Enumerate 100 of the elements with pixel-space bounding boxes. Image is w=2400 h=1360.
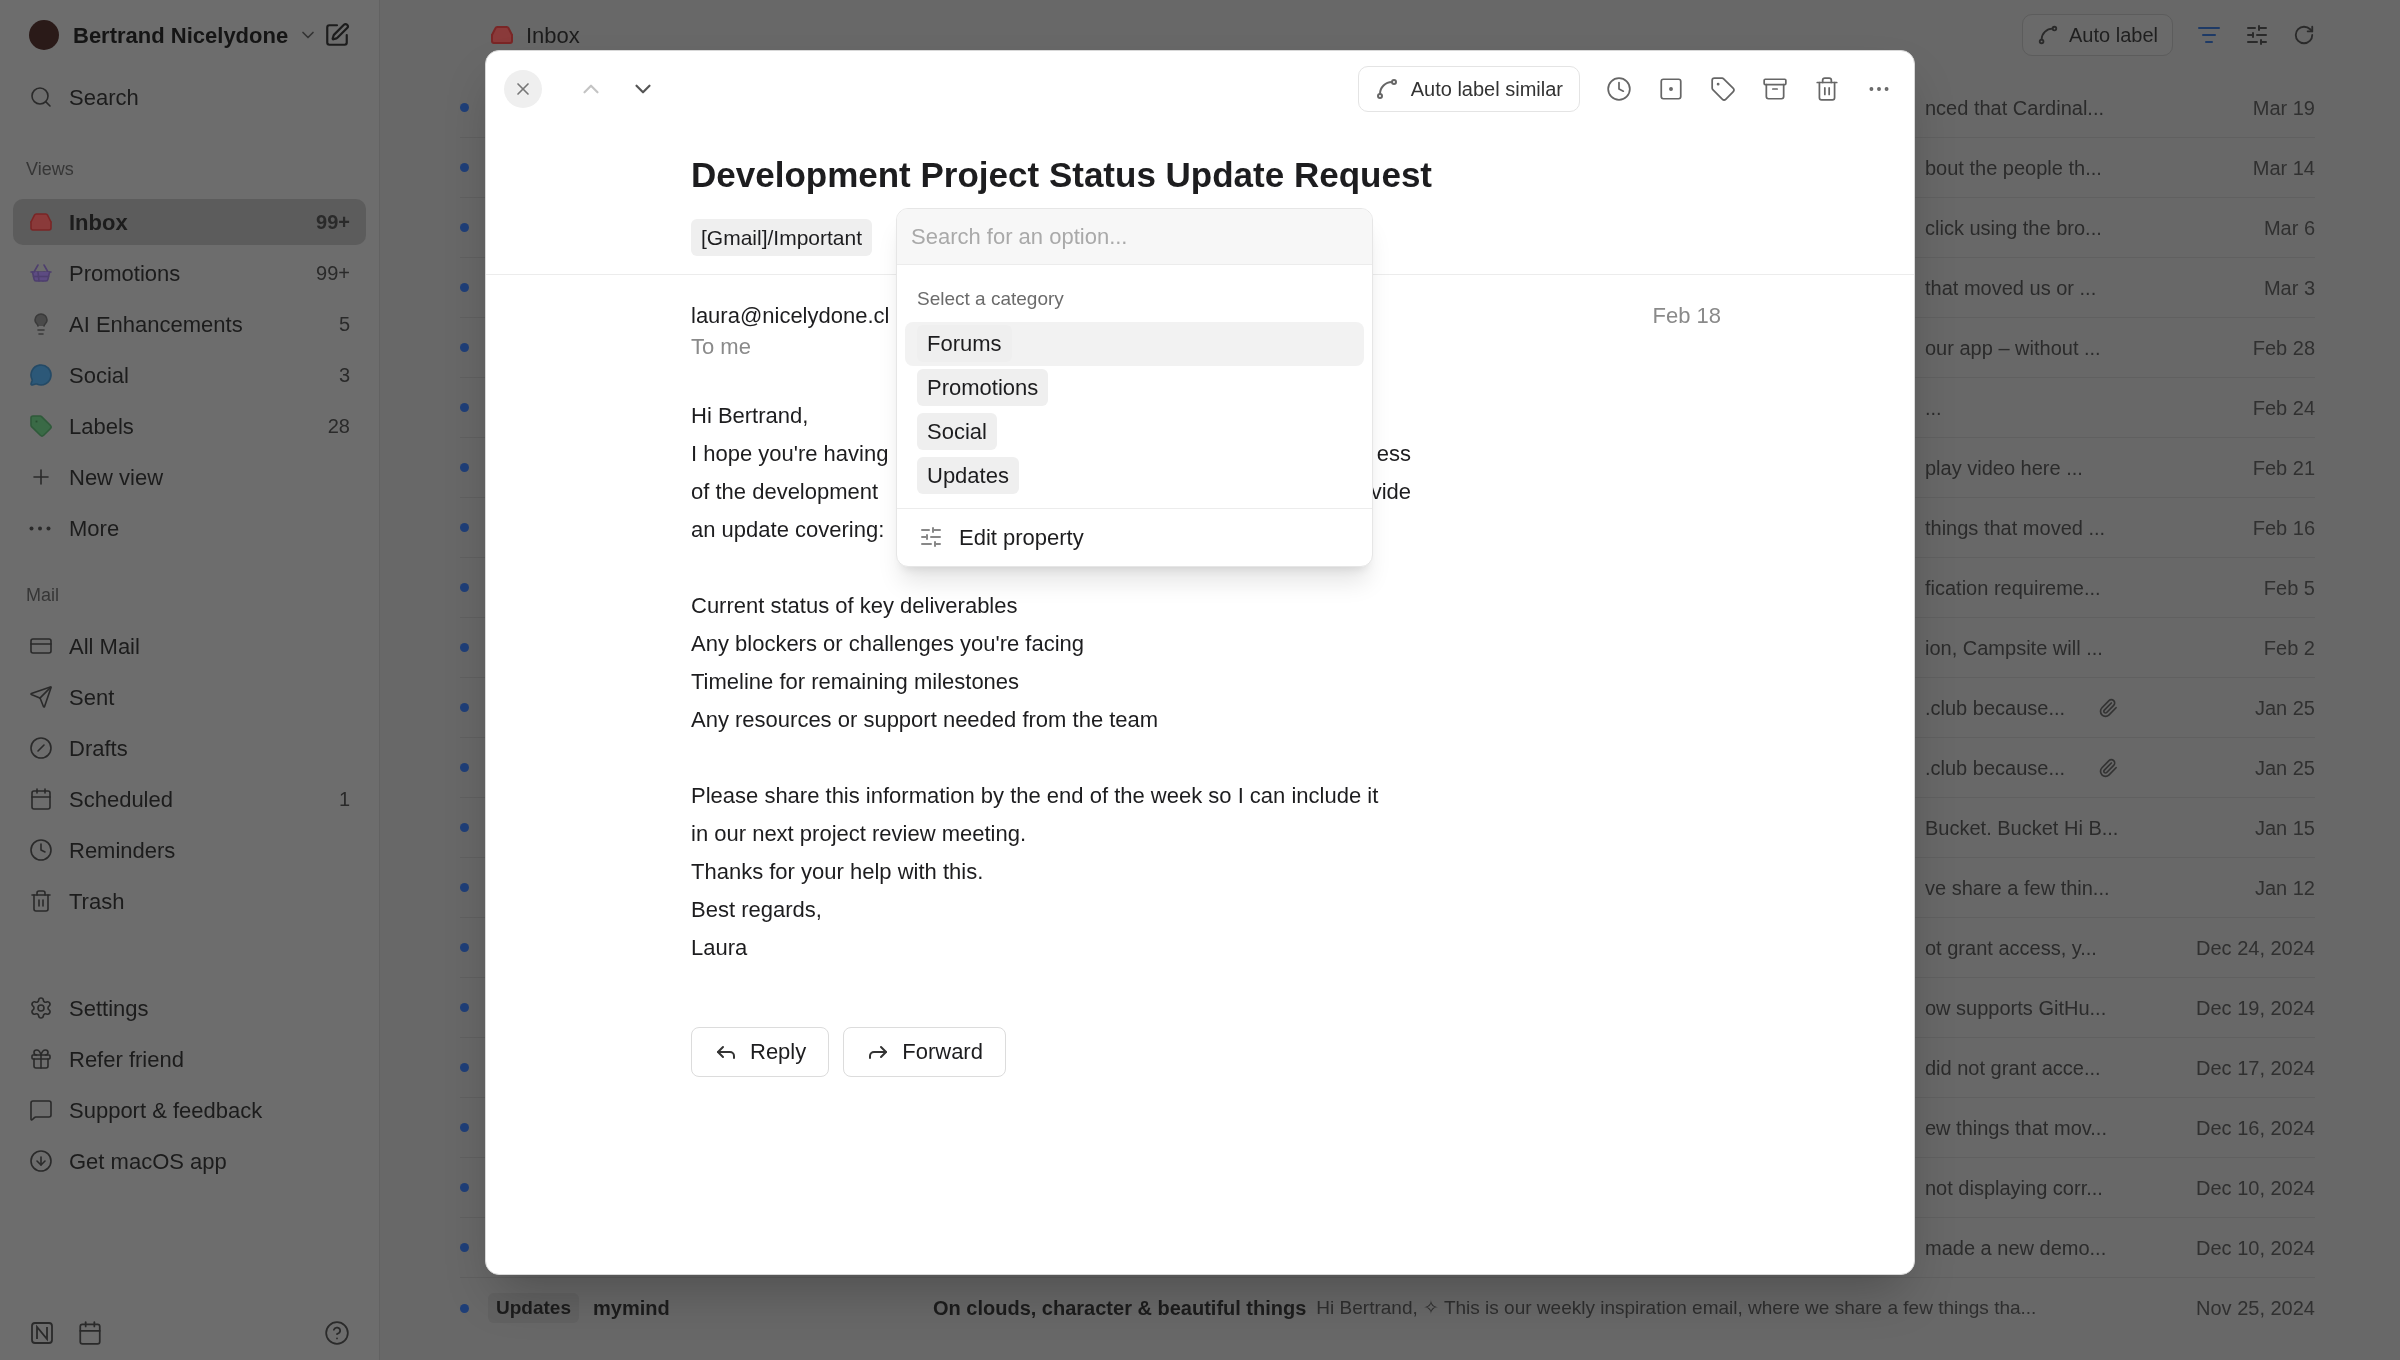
account-name[interactable]: Bertrand Nicelydone xyxy=(73,18,289,52)
dropdown-option[interactable]: Social xyxy=(905,409,1364,454)
email-snippet: ve share a few thin... xyxy=(1925,875,2110,901)
sidebar-item[interactable]: Support & feedback xyxy=(13,1087,366,1133)
forward-button[interactable]: Forward xyxy=(843,1026,1006,1077)
email-date: Jan 25 xyxy=(2253,755,2315,781)
email-row[interactable]: Updates mymind On clouds, character & beautiful things Hi Bertrand, ✧ This is our weekly inspiration email, where we share a few things tha... Nov 25, 2024 xyxy=(460,1278,2315,1338)
body-text: Current status of key deliverables xyxy=(691,591,1018,620)
squiggle-icon xyxy=(2037,24,2060,46)
email-snippet: did not grant acce... xyxy=(1925,1055,2101,1081)
trash-icon xyxy=(29,889,53,913)
email-snippet: not displaying corr... xyxy=(1925,1175,2103,1201)
email-snippet: .club because... xyxy=(1925,755,2066,781)
sidebar-item[interactable]: Labels 28 xyxy=(13,403,366,449)
chat-bubble-icon xyxy=(29,363,53,387)
sidebar-item[interactable]: Reminders xyxy=(13,827,366,873)
body-text: of the development xyxy=(691,477,879,506)
slashed-circle-icon xyxy=(29,736,53,760)
sidebar-item[interactable]: Trash xyxy=(13,878,366,924)
body-text: Any resources or support needed from the team xyxy=(691,705,1159,734)
sidebar-item[interactable]: Refer friend xyxy=(13,1036,366,1082)
email-date: Dec 16, 2024 xyxy=(2195,1115,2315,1141)
auto-label-button[interactable]: Auto label xyxy=(2022,14,2173,56)
count-label: 1 xyxy=(338,787,350,812)
email-subject: On clouds, character & beautiful things xyxy=(932,1296,1307,1321)
email-snippet: ion, Campsite will ... xyxy=(1925,635,2103,661)
archive-icon[interactable] xyxy=(1762,76,1788,102)
reply-button[interactable]: Reply xyxy=(691,1026,830,1077)
sidebar-item[interactable]: More xyxy=(13,505,366,551)
settings-icon xyxy=(29,996,53,1020)
more-icon xyxy=(29,525,51,531)
sender-email: laura@nicelydone.cl xyxy=(691,301,890,330)
section-heading: Mail xyxy=(25,584,60,607)
count-label: 28 xyxy=(327,414,350,439)
sidebar-item[interactable]: All Mail xyxy=(13,623,366,669)
body-text: in our next project review meeting. xyxy=(691,819,1027,848)
body-text: Thanks for your help with this. xyxy=(691,857,984,886)
sidebar-item[interactable]: AI Enhancements 5 xyxy=(13,301,366,347)
gift-icon xyxy=(29,1047,53,1071)
email-date: Dec 19, 2024 xyxy=(2195,995,2315,1021)
sidebar-item[interactable]: Social 3 xyxy=(13,352,366,398)
notes-app-icon[interactable] xyxy=(29,1320,55,1346)
edit-property-item[interactable]: Edit property xyxy=(897,507,1372,566)
body-text: Hi Bertrand, xyxy=(691,401,809,430)
sidebar-item[interactable]: Drafts xyxy=(13,725,366,771)
email-date: Feb 21 xyxy=(2251,455,2315,481)
email-date: Feb 5 xyxy=(2262,575,2315,601)
sidebar-item[interactable]: Sent xyxy=(13,674,366,720)
email-date: Mar 6 xyxy=(2262,215,2315,241)
email-date: Feb 16 xyxy=(2251,515,2315,541)
sliders-icon xyxy=(919,525,943,549)
speech-bubble-icon xyxy=(29,1098,53,1122)
email-snippet: bout the people th... xyxy=(1925,155,2102,181)
email-snippet: .club because... xyxy=(1925,695,2066,721)
email-date: Dec 10, 2024 xyxy=(2195,1235,2315,1261)
email-date: Mar 14 xyxy=(2251,155,2315,181)
sliders-icon[interactable] xyxy=(2245,23,2269,47)
dropdown-option[interactable]: Promotions xyxy=(905,365,1364,410)
download-icon xyxy=(29,1149,53,1173)
body-text: vide xyxy=(1370,477,1411,506)
email-snippet: ... xyxy=(1925,395,1942,421)
body-text: Any blockers or challenges you're facing xyxy=(691,629,1085,658)
dropdown-heading: Select a category xyxy=(916,287,1065,311)
email-snippet: our app – without ... xyxy=(1925,335,2101,361)
label-tag[interactable]: [Gmail]/Important xyxy=(691,218,873,257)
sidebar-item[interactable]: New view xyxy=(13,454,366,500)
close-button[interactable] xyxy=(504,70,542,108)
body-text: Timeline for remaining milestones xyxy=(691,667,1020,696)
dropdown-option[interactable]: Updates xyxy=(905,453,1364,498)
tag-icon[interactable] xyxy=(1710,76,1736,102)
calendar-icon[interactable] xyxy=(77,1320,103,1346)
help-icon[interactable] xyxy=(324,1320,350,1346)
section-heading: Views xyxy=(25,158,75,181)
inbox-icon xyxy=(490,23,514,47)
category-tag: Updates xyxy=(488,1292,579,1324)
sender-name: mymind xyxy=(592,1296,671,1321)
refresh-icon[interactable] xyxy=(2293,24,2315,46)
squiggle-icon xyxy=(1374,77,1399,101)
search-field[interactable]: Search for an option... xyxy=(897,209,1372,264)
page-title: Inbox xyxy=(526,21,580,50)
email-date: Mar 3 xyxy=(2262,275,2315,301)
email-date: Feb 24 xyxy=(2251,395,2315,421)
email-date: Feb 2 xyxy=(2262,635,2315,661)
sidebar-item[interactable]: Promotions 99+ xyxy=(13,250,366,296)
sidebar-item[interactable]: Scheduled 1 xyxy=(13,776,366,822)
sidebar-item[interactable]: Settings xyxy=(13,985,366,1031)
dropdown-option[interactable]: Forums xyxy=(905,321,1364,366)
email-snippet: that moved us or ... xyxy=(1925,275,2097,301)
compose-icon[interactable] xyxy=(324,22,350,48)
basket-icon xyxy=(29,261,53,285)
email-date: Nov 25, 2024 xyxy=(2196,1296,2315,1321)
email-snippet: Bucket. Bucket Hi B... xyxy=(1925,815,2119,841)
search-button[interactable]: Search xyxy=(13,74,366,120)
auto-label-similar-button[interactable]: Auto label similar xyxy=(1357,66,1580,112)
trash-icon[interactable] xyxy=(1814,76,1840,102)
email-date: Jan 15 xyxy=(2253,815,2315,841)
email-date: Mar 19 xyxy=(2251,95,2315,121)
clock-icon[interactable] xyxy=(1606,76,1632,102)
sidebar-item[interactable]: Get macOS app xyxy=(13,1138,366,1184)
email-date: Dec 17, 2024 xyxy=(2195,1055,2315,1081)
